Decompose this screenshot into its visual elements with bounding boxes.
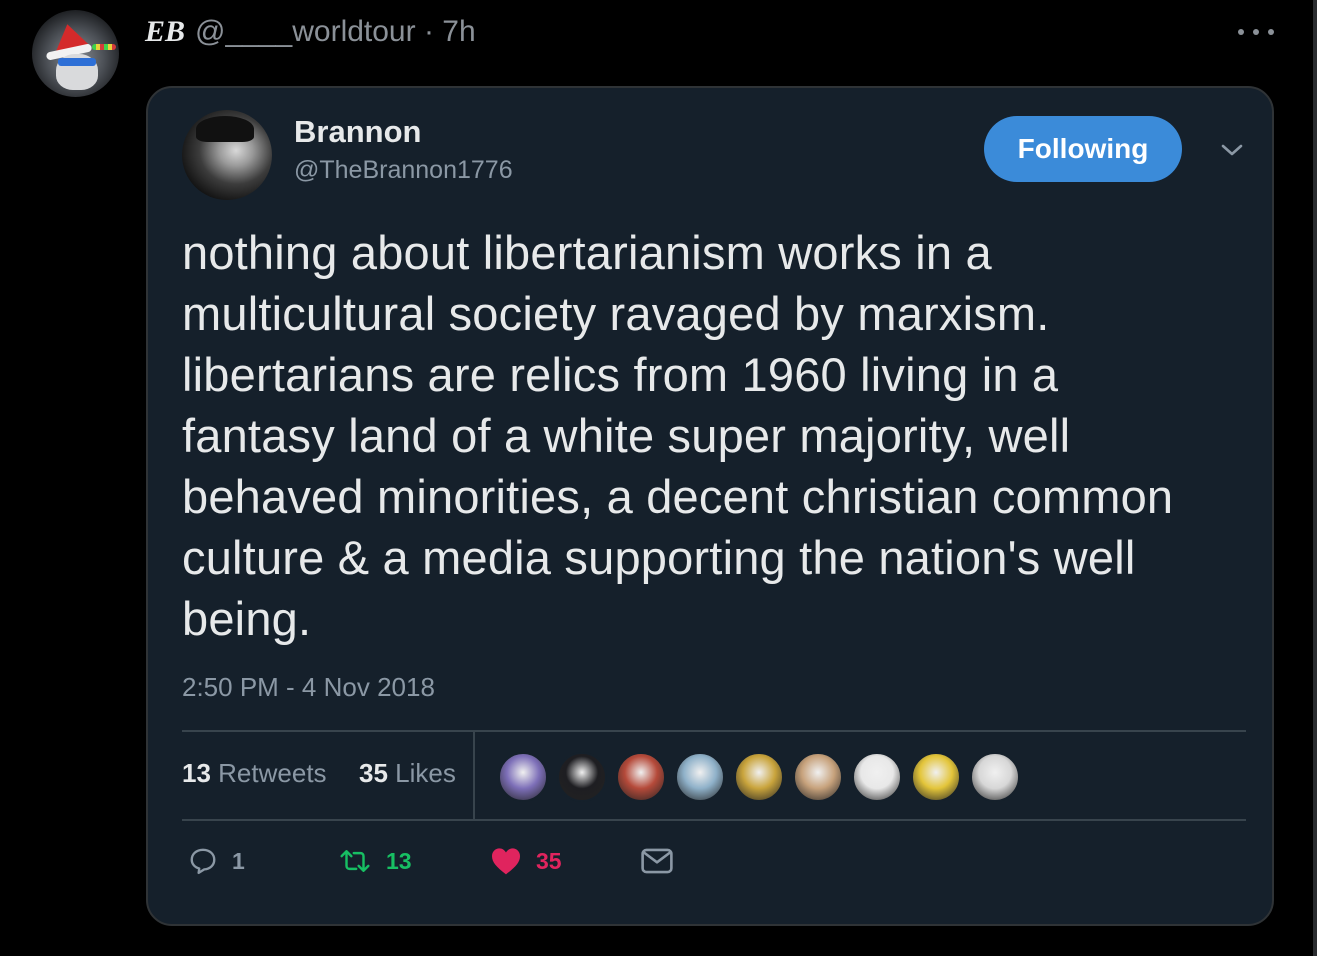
chevron-down-icon[interactable] xyxy=(1220,138,1244,162)
tweet-timestamp[interactable]: 2:50 PM - 4 Nov 2018 xyxy=(182,672,435,703)
following-button[interactable]: Following xyxy=(984,116,1182,182)
avatar-glasses xyxy=(58,58,96,66)
quoted-display-name[interactable]: Brannon xyxy=(294,114,421,150)
liker-avatar[interactable] xyxy=(911,752,961,802)
more-dot xyxy=(1253,29,1259,35)
quoted-handle[interactable]: @TheBrannon1776 xyxy=(294,156,513,185)
avatar-hair xyxy=(196,116,254,142)
more-icon[interactable] xyxy=(1238,20,1274,44)
like-count: 35 xyxy=(536,847,562,874)
scrollbar[interactable] xyxy=(1313,0,1317,956)
stats-separator xyxy=(473,732,475,820)
retweet-count: 13 xyxy=(386,847,412,874)
liker-avatar[interactable] xyxy=(498,752,548,802)
reply-action[interactable]: 1 xyxy=(188,846,245,876)
like-action[interactable]: 35 xyxy=(490,846,562,876)
quoted-avatar[interactable] xyxy=(182,110,272,200)
liker-avatar[interactable] xyxy=(675,752,725,802)
outer-display-name[interactable]: EB xyxy=(145,15,185,49)
direct-message-action[interactable] xyxy=(640,846,688,876)
more-dot xyxy=(1238,29,1244,35)
reply-count: 1 xyxy=(232,847,245,874)
retweets-count[interactable]: 13 xyxy=(182,758,211,788)
liker-avatar[interactable] xyxy=(970,752,1020,802)
quoted-tweet-card[interactable]: Brannon @TheBrannon1776 Following nothin… xyxy=(146,86,1274,926)
liker-avatar[interactable] xyxy=(852,752,902,802)
heart-icon xyxy=(492,848,520,875)
reply-icon xyxy=(190,848,216,875)
retweets-label[interactable]: Retweets xyxy=(218,758,326,788)
more-dot xyxy=(1268,29,1274,35)
liker-avatar[interactable] xyxy=(734,752,784,802)
retweet-action[interactable]: 13 xyxy=(338,846,412,876)
retweet-icon xyxy=(340,850,370,872)
likes-label[interactable]: Likes xyxy=(395,758,456,788)
liker-avatars xyxy=(498,752,1029,802)
outer-avatar[interactable] xyxy=(32,10,119,97)
liker-avatar[interactable] xyxy=(557,752,607,802)
divider xyxy=(182,819,1246,821)
outer-tweet-header: EB @____worldtour · 7h xyxy=(145,14,476,50)
message-icon xyxy=(641,848,673,874)
divider xyxy=(182,730,1246,732)
liker-avatar[interactable] xyxy=(616,752,666,802)
engagement-stats: 13 Retweets 35 Likes xyxy=(182,758,456,789)
likes-count[interactable]: 35 xyxy=(359,758,388,788)
quoted-tweet-text: nothing about libertarianism works in a … xyxy=(182,226,1174,645)
liker-avatar[interactable] xyxy=(793,752,843,802)
avatar-lights xyxy=(92,44,116,50)
outer-handle-time[interactable]: @____worldtour · 7h xyxy=(195,15,476,49)
